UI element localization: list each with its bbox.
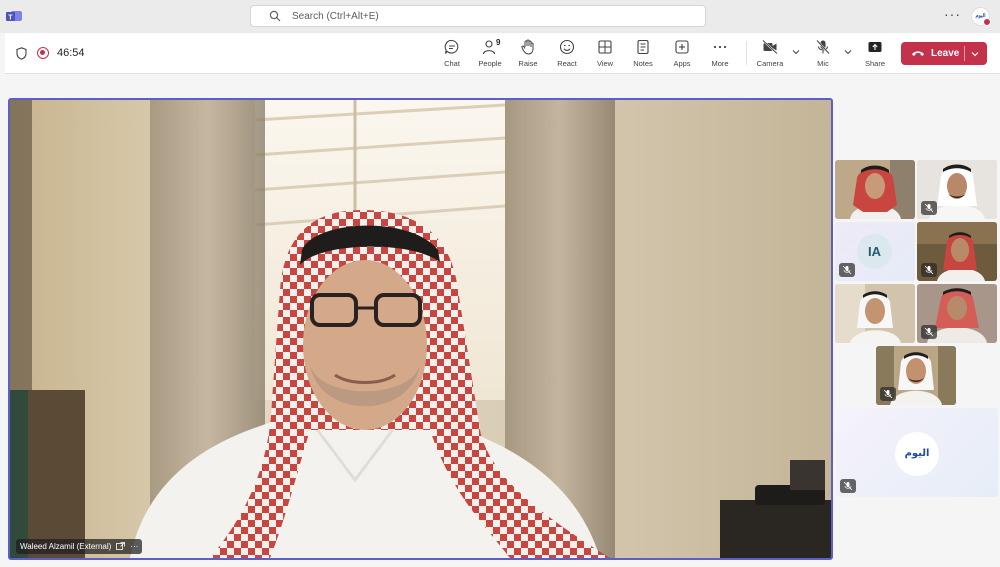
participant-muted-badge bbox=[840, 479, 856, 493]
participant-muted-badge bbox=[839, 263, 855, 277]
leave-button[interactable]: Leave bbox=[901, 42, 987, 65]
participant-video-4 bbox=[835, 284, 915, 343]
camera-label: Camera bbox=[756, 59, 784, 68]
hand-icon bbox=[521, 39, 534, 55]
more-dots-icon bbox=[713, 45, 727, 49]
external-user-icon bbox=[116, 542, 126, 550]
camera-button[interactable]: Camera bbox=[748, 37, 792, 71]
mic-label: Mic bbox=[817, 59, 829, 68]
mic-off-icon bbox=[816, 39, 830, 55]
more-button[interactable]: More bbox=[698, 37, 742, 71]
search-placeholder: Search (Ctrl+Alt+E) bbox=[292, 11, 379, 22]
share-screen-icon bbox=[868, 42, 882, 52]
apps-plus-icon bbox=[675, 40, 689, 54]
meeting-timer: 46:54 bbox=[57, 47, 85, 59]
participant-avatar-ia: IA bbox=[857, 234, 892, 269]
shield-icon[interactable] bbox=[16, 47, 27, 60]
mic-muted-icon bbox=[924, 327, 934, 337]
recording-icon bbox=[37, 47, 49, 59]
mic-muted-icon bbox=[883, 389, 893, 399]
mic-muted-icon bbox=[924, 265, 934, 275]
people-count: 9 bbox=[496, 38, 501, 47]
chat-icon bbox=[444, 39, 459, 54]
participant-video-1 bbox=[835, 160, 915, 219]
speaker-name-tag: Waleed Alzamil (External) ··· bbox=[16, 539, 143, 554]
speaker-video-frame bbox=[10, 100, 831, 558]
participant-tile-6[interactable] bbox=[876, 346, 956, 405]
hang-up-icon bbox=[912, 51, 924, 56]
participant-tile-4[interactable] bbox=[835, 284, 915, 343]
leave-options-chevron-icon[interactable] bbox=[970, 49, 980, 59]
camera-options-chevron-icon[interactable] bbox=[791, 47, 801, 57]
mic-options-chevron-icon[interactable] bbox=[843, 47, 853, 57]
share-label: Share bbox=[864, 59, 885, 68]
mic-muted-icon bbox=[843, 481, 853, 491]
participant-tile-3[interactable] bbox=[917, 222, 997, 281]
participant-muted-badge bbox=[880, 387, 896, 401]
mic-muted-icon bbox=[842, 265, 852, 275]
participant-tile-2[interactable] bbox=[917, 160, 997, 219]
participant-tile-1[interactable] bbox=[835, 160, 915, 219]
meeting-stage: Waleed Alzamil (External) ··· IA اليوم bbox=[0, 74, 1000, 567]
organization-logo-text: اليوم bbox=[904, 448, 930, 459]
participant-tile-5[interactable] bbox=[917, 284, 997, 343]
raise-hand-button[interactable]: Raise bbox=[506, 37, 550, 71]
participant-tile-ia[interactable]: IA bbox=[835, 222, 915, 281]
participant-muted-badge bbox=[921, 263, 937, 277]
grid-icon bbox=[598, 40, 612, 54]
smiley-icon bbox=[559, 39, 575, 55]
camera-off-icon bbox=[762, 39, 778, 55]
speaker-options-icon[interactable]: ··· bbox=[130, 542, 138, 551]
svg-text:T: T bbox=[8, 14, 13, 21]
participant-muted-badge bbox=[921, 201, 937, 215]
status-dot bbox=[983, 18, 991, 26]
more-label: More bbox=[711, 59, 729, 68]
notes-icon bbox=[637, 39, 649, 55]
title-bar: T Search (Ctrl+Alt+E) ··· اليوم bbox=[0, 0, 1000, 33]
leave-label: Leave bbox=[931, 48, 960, 59]
meeting-toolbar: 46:54 Chat 9 People Raise React View Not… bbox=[5, 33, 1000, 74]
organization-logo: اليوم bbox=[895, 432, 939, 476]
teams-logo-icon: T bbox=[6, 11, 22, 21]
notes-label: Notes bbox=[633, 59, 653, 68]
leave-divider bbox=[964, 46, 965, 61]
mic-button[interactable]: Mic bbox=[801, 37, 845, 71]
search-icon bbox=[269, 10, 281, 22]
notes-button[interactable]: Notes bbox=[621, 37, 665, 71]
search-input[interactable]: Search (Ctrl+Alt+E) bbox=[250, 5, 706, 27]
raise-label: Raise bbox=[518, 59, 538, 68]
participant-initials: IA bbox=[868, 244, 881, 259]
mic-muted-icon bbox=[924, 203, 934, 213]
participant-tile-logo[interactable]: اليوم bbox=[836, 408, 998, 497]
participant-muted-badge bbox=[921, 325, 937, 339]
share-button[interactable]: Share bbox=[853, 37, 897, 71]
toolbar-divider bbox=[746, 41, 747, 65]
settings-more-icon[interactable]: ··· bbox=[944, 6, 961, 22]
speaker-name: Waleed Alzamil (External) bbox=[20, 542, 112, 551]
main-speaker-video[interactable]: Waleed Alzamil (External) ··· bbox=[8, 98, 833, 560]
